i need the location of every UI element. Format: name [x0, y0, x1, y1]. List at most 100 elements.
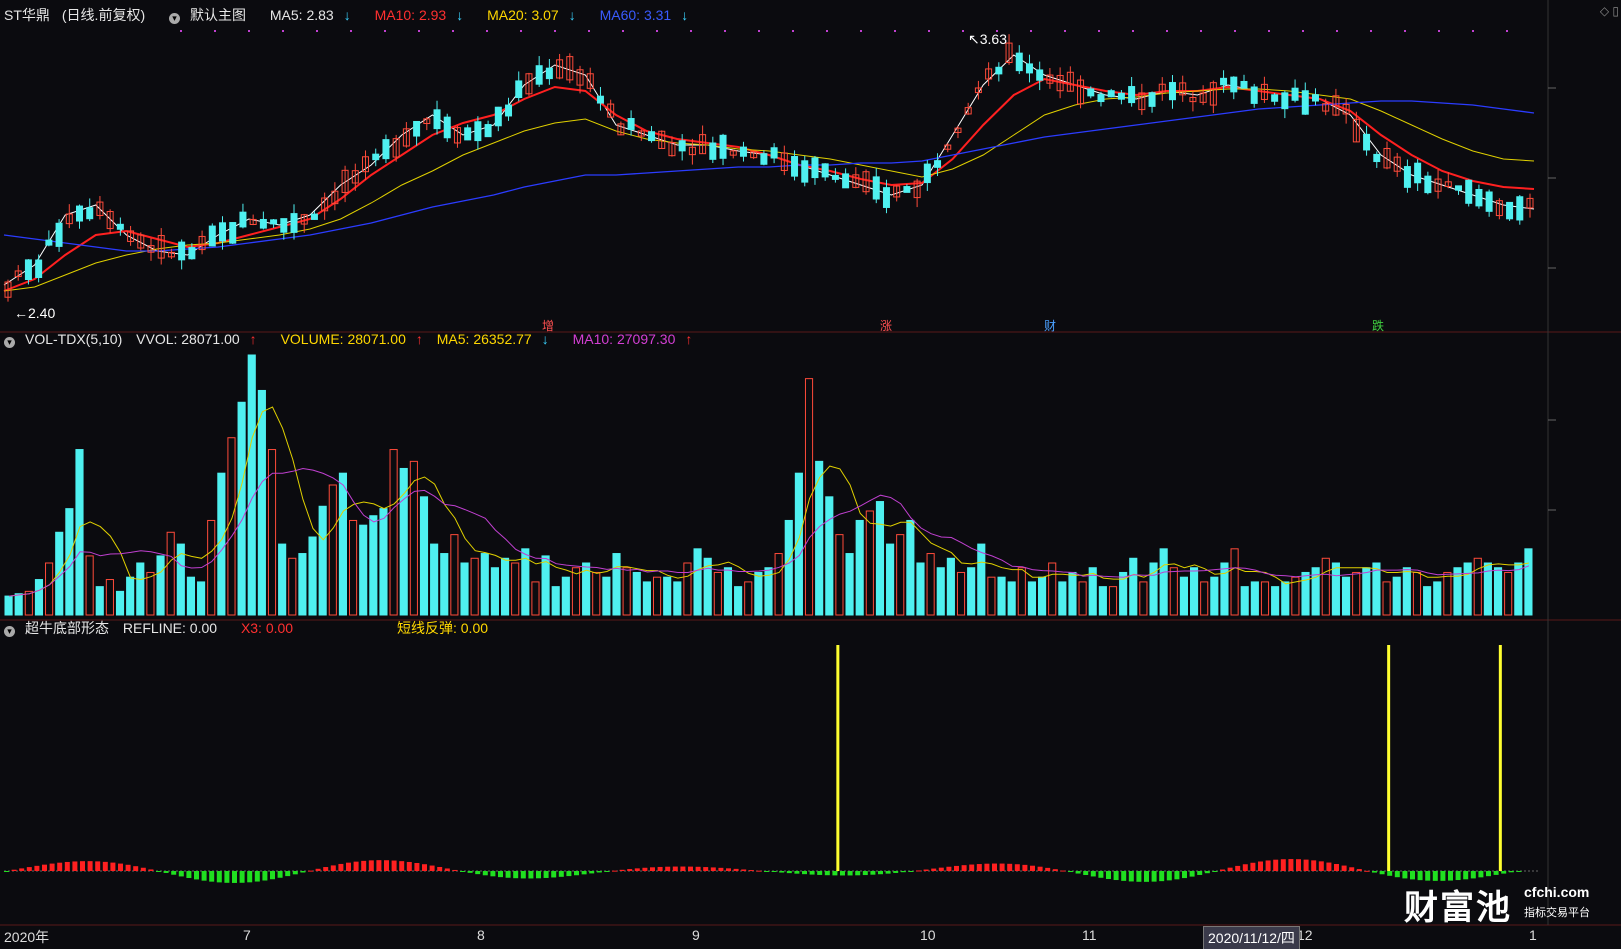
oscillator-bar-negative: [1463, 871, 1469, 880]
top-marker: [180, 30, 182, 32]
volume-bar: [95, 586, 104, 616]
oscillator-bar-positive: [125, 864, 131, 871]
high-price-label: ↖3.63: [968, 31, 1007, 47]
volume-bar: [207, 519, 216, 616]
volume-bar: [1352, 571, 1361, 616]
oscillator-bar-positive: [429, 865, 435, 871]
event-mark-zeng[interactable]: 增: [542, 317, 554, 334]
oscillator-bar-negative: [589, 871, 595, 874]
volume-bar: [1443, 571, 1452, 616]
window-controls[interactable]: ◇ ▯: [1600, 4, 1619, 18]
candlestick: [770, 147, 778, 159]
top-marker: [554, 30, 556, 32]
oscillator-bar-negative: [505, 871, 511, 878]
top-marker: [1404, 30, 1406, 32]
oscillator-bar-negative: [1159, 871, 1165, 882]
candlestick: [801, 160, 809, 183]
chart-window[interactable]: ST华鼎 (日线.前复权) ▾ 默认主图 MA5: 2.83 ↓ MA10: 2.93…: [0, 0, 1621, 949]
indicator-selector[interactable]: ▾ 超牛底部形态 REFLINE: 0.00: [4, 620, 227, 637]
volume-bar: [278, 543, 287, 616]
oscillator-bar-positive: [741, 869, 747, 871]
candlestick: [24, 259, 32, 281]
volume-bar: [784, 519, 793, 616]
candlestick: [1281, 92, 1289, 110]
oscillator-bar-positive: [1235, 865, 1241, 871]
candlestick: [791, 156, 799, 177]
candlestick: [1291, 87, 1299, 101]
candlestick: [1128, 86, 1136, 104]
candlestick: [178, 241, 186, 261]
candlestick: [1097, 94, 1105, 103]
template-selector[interactable]: ▾ 默认主图: [169, 7, 256, 24]
oscillator-bar-positive: [931, 868, 937, 871]
volume-bar: [237, 401, 246, 616]
volume-bar: [156, 555, 165, 616]
candlestick: [1087, 88, 1095, 97]
chevron-up-icon[interactable]: ▯: [1612, 4, 1619, 18]
top-marker: [282, 30, 284, 32]
oscillator-bar-positive: [34, 865, 40, 871]
volume-bar: [541, 555, 550, 616]
x-axis-month: 8: [477, 927, 485, 943]
volume-bar: [105, 579, 114, 616]
oscillator-bar-positive: [308, 870, 313, 872]
oscillator-bar-positive: [422, 864, 427, 871]
oscillator-bar-positive: [346, 862, 351, 871]
oscillator-bar-negative: [1508, 871, 1514, 873]
volume-bar: [1017, 567, 1026, 616]
stock-title[interactable]: ST华鼎 (日线.前复权): [4, 7, 155, 23]
top-marker: [1336, 30, 1338, 32]
candlestick: [1240, 80, 1248, 89]
volume-bar: [1260, 581, 1270, 616]
oscillator-bar-positive: [1273, 859, 1279, 871]
oscillator-bar-negative: [232, 871, 237, 883]
top-marker: [1132, 30, 1134, 32]
volume-bar: [946, 557, 955, 616]
volume-bar: [500, 557, 510, 616]
oscillator-bar-negative: [270, 871, 275, 880]
oscillator-bar-positive: [726, 868, 731, 871]
volume-bar: [75, 449, 84, 616]
oscillator-bar-positive: [1326, 862, 1332, 871]
top-marker: [894, 30, 896, 32]
volume-bar: [146, 571, 155, 616]
oscillator-bar-positive: [999, 863, 1005, 871]
candlestick: [1148, 92, 1156, 107]
top-marker: [1472, 30, 1474, 32]
oscillator-bar-negative: [1113, 871, 1119, 881]
volume-bar: [845, 553, 854, 616]
top-marker: [248, 30, 250, 32]
oscillator-bar-positive: [961, 865, 967, 871]
volume-bar: [977, 543, 986, 616]
oscillator-bar-negative: [1470, 871, 1476, 879]
oscillator-bar-negative: [1098, 871, 1104, 878]
event-mark-cai[interactable]: 财: [1044, 317, 1056, 334]
diamond-icon[interactable]: ◇: [1600, 4, 1609, 18]
oscillator-bar-positive: [1227, 867, 1233, 871]
candlestick: [1373, 153, 1381, 163]
candlestick: [310, 213, 318, 220]
event-mark-die[interactable]: 跌: [1372, 317, 1384, 334]
vol-indicator-selector[interactable]: ▾ VOL-TDX(5,10) VVOL: 28071.00 ↑: [4, 331, 267, 348]
top-marker: [1438, 30, 1440, 32]
volume-bar: [683, 562, 692, 616]
chevron-down-icon: ▾: [4, 337, 15, 348]
volume-bar: [926, 553, 935, 616]
oscillator-bar-negative: [209, 871, 215, 882]
volume-bar: [1412, 571, 1422, 616]
volume-bar: [227, 437, 236, 616]
oscillator-bar-negative: [862, 871, 868, 876]
oscillator-bar-positive: [368, 860, 374, 871]
volume-bar: [896, 534, 905, 616]
candlestick: [1117, 92, 1125, 100]
indicator-header: ▾ 超牛底部形态 REFLINE: 0.00 X3: 0.00 短线反弹: 0.0…: [4, 619, 498, 637]
oscillator-bar-positive: [923, 869, 929, 871]
volume-bar: [744, 581, 753, 616]
candlestick: [76, 205, 84, 222]
oscillator-bar-positive: [391, 860, 397, 871]
chart-canvas[interactable]: [0, 0, 1621, 949]
top-marker: [384, 30, 386, 32]
event-mark-zhang[interactable]: 涨: [880, 317, 892, 334]
oscillator-bar-positive: [756, 870, 762, 872]
volume-bar: [1078, 581, 1087, 616]
